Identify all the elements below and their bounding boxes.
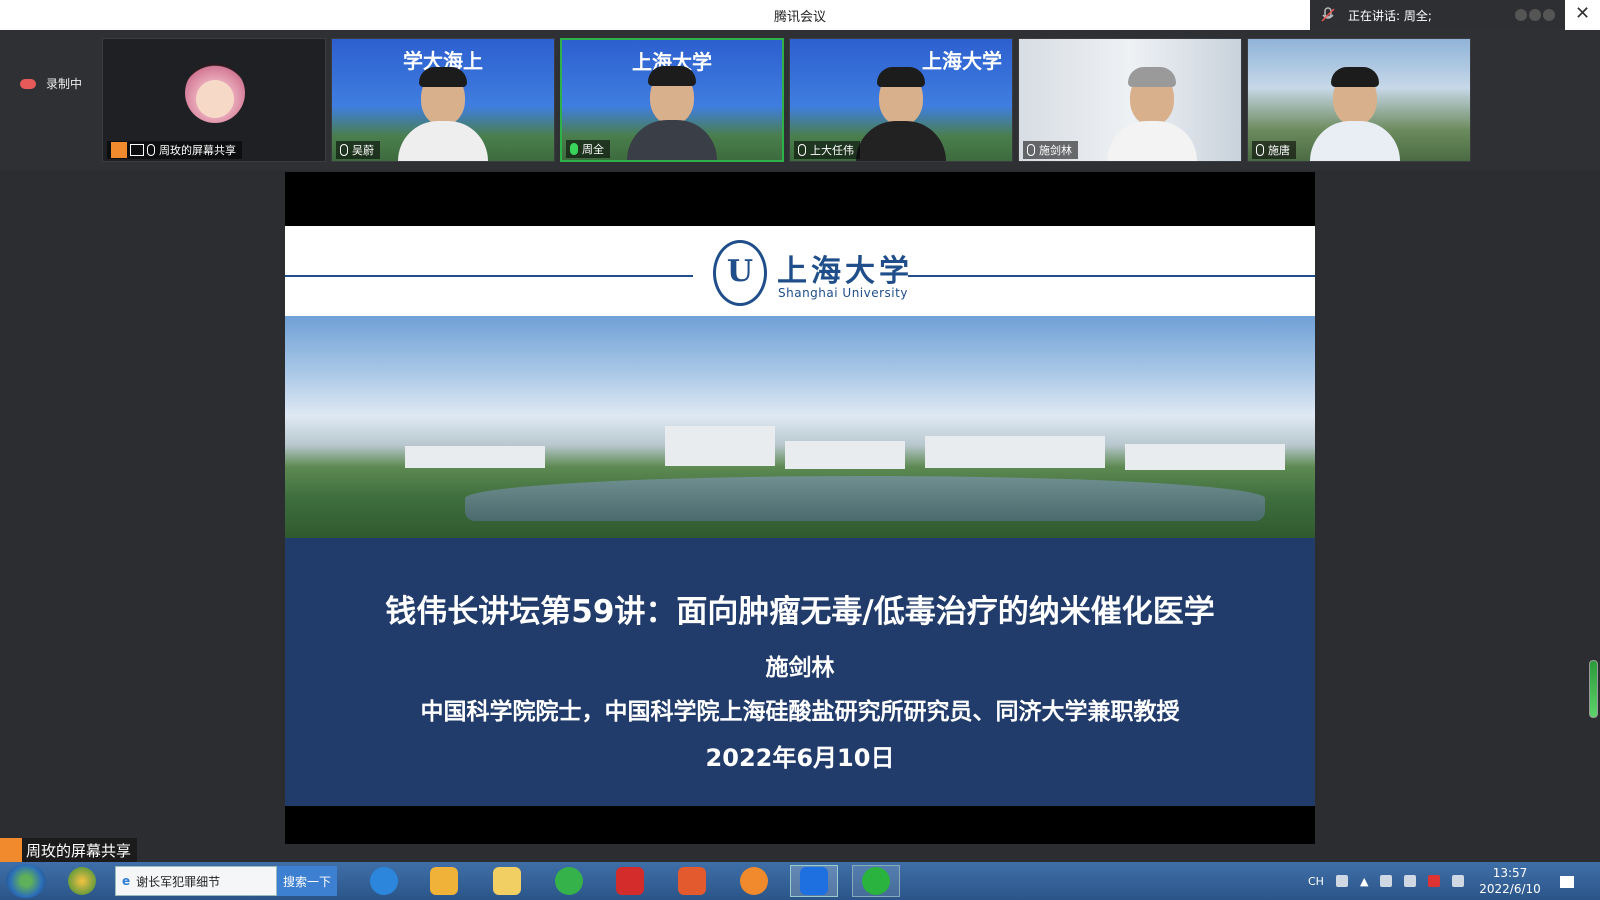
tray-expand-icon[interactable]: ▲ [1360,875,1368,888]
university-name-cn: 上海大学 [777,254,913,289]
sogou-icon[interactable] [730,865,778,897]
cloud-record-icon [20,78,36,89]
flag-icon[interactable] [1428,875,1441,887]
browser-360-icon[interactable] [545,865,593,897]
media-player-icon[interactable] [420,865,468,897]
screen-share-icon [130,144,144,156]
battery-icon[interactable] [1380,875,1393,887]
participant-name: 周全 [582,143,604,156]
participant-name-tag: 吴蔚 [336,141,380,159]
participant-name-tag: 周玫的屏幕共享 [107,141,242,159]
mic-muted-icon [1027,144,1035,156]
start-button[interactable] [6,864,46,898]
speaking-label: 正在讲话: 周全; [1348,8,1432,23]
show-desktop-button[interactable] [1560,876,1574,888]
participant-tile-active[interactable]: 上海大学 周全 [560,38,784,162]
slide-info-banner: 钱伟长讲坛第59讲：面向肿瘤无毒/低毒治疗的纳米催化医学 施剑林 中国科学院院士… [285,538,1315,806]
host-icon [111,142,127,158]
file-explorer-icon[interactable] [483,865,531,897]
youdao-icon[interactable] [606,865,654,897]
ie-icon[interactable] [360,865,408,897]
participant-video [398,61,488,161]
keyboard-icon[interactable] [1335,875,1348,887]
participant-name-tag: 周全 [566,140,610,158]
participant-video [627,60,717,160]
speaker-name: 施剑林 [765,655,835,681]
participant-name-tag: 施唐 [1252,141,1296,159]
participant-tile[interactable]: 施唐 [1247,38,1471,162]
speaker-affiliation: 中国科学院院士，中国科学院上海硅酸盐研究所研究员、同济大学兼职教授 [420,699,1180,725]
shared-screen[interactable]: 上海大学 Shanghai University 钱伟长讲坛第59讲：面向肿瘤无… [285,172,1315,844]
campus-photo [285,316,1315,538]
recording-label: 录制中 [46,77,83,91]
mic-muted-icon [1321,7,1335,22]
clock[interactable]: 13:57 2022/6/10 [1470,865,1550,897]
screen-share-text: 周玫的屏幕共享 [26,841,132,860]
search-value: 谢长军犯罪细节 [136,874,221,889]
lecture-date: 2022年6月10日 [705,744,895,772]
participant-video [1107,61,1198,161]
mic-muted-icon [798,144,806,156]
title-bar: 腾讯会议 正在讲话: 周全; ✕ [0,0,1600,30]
speaker-avatars [1515,9,1555,21]
mic-muted-icon [1256,144,1264,156]
avatar [185,63,245,123]
participant-tile[interactable]: 施剑林 [1018,38,1242,162]
participant-name-tag: 施剑林 [1023,141,1078,159]
mic-muted-icon [147,144,155,156]
clock-time: 13:57 [1492,866,1528,880]
search-button[interactable]: 搜索一下 [277,866,337,896]
presentation-slide: 上海大学 Shanghai University 钱伟长讲坛第59讲：面向肿瘤无… [285,226,1315,806]
tencent-meeting-icon[interactable] [790,865,838,897]
volume-icon[interactable] [1404,875,1417,887]
mic-muted-icon [340,144,348,156]
participant-tile[interactable]: 上海大学 上大任伟 [789,38,1013,162]
screen-share-label[interactable]: 周玫的屏幕共享 [0,838,138,862]
participant-name: 上大任伟 [810,144,854,157]
network-icon[interactable] [1452,875,1465,887]
participant-name: 施剑林 [1039,144,1072,157]
lecture-title: 钱伟长讲坛第59讲：面向肿瘤无毒/低毒治疗的纳米催化医学 [385,594,1215,630]
clock-date: 2022/6/10 [1479,882,1541,896]
university-seal-icon [713,240,767,306]
recording-indicator[interactable]: 录制中 [20,75,82,92]
header-divider [285,275,693,277]
taskbar: e 谢长军犯罪细节 搜索一下 CH ▲ 13:57 2022/6/10 [0,862,1600,900]
wechat-icon[interactable] [852,865,900,897]
participant-name-tag: 上大任伟 [794,141,860,159]
header-divider [908,275,1315,277]
speaking-indicator: 正在讲话: 周全; [1310,0,1565,30]
participant-tile[interactable]: 周玫的屏幕共享 [102,38,326,162]
host-icon [0,838,22,862]
university-name-en: Shanghai University [778,286,908,300]
volume-scroll[interactable] [1589,660,1598,718]
participant-strip: 录制中 周玫的屏幕共享 学大海上 吴蔚 上海大学 周全 上海大学 上大任伟 施剑… [0,30,1600,170]
close-icon[interactable]: ✕ [1565,0,1600,30]
participant-name: 施唐 [1268,144,1290,157]
browser-360-icon[interactable] [58,865,106,897]
input-language[interactable]: CH [1308,875,1324,888]
mic-active-icon [570,143,578,155]
slide-header: 上海大学 Shanghai University [285,226,1315,316]
powerpoint-icon[interactable] [668,865,716,897]
participant-video [856,61,946,161]
participant-tile[interactable]: 学大海上 吴蔚 [331,38,555,162]
ie-icon: e [122,874,131,888]
participant-name: 吴蔚 [352,144,374,157]
participant-name: 周玫的屏幕共享 [159,144,236,157]
participant-video [1309,61,1400,161]
search-input[interactable]: e 谢长军犯罪细节 [115,866,277,896]
system-tray: CH ▲ [1300,862,1600,900]
